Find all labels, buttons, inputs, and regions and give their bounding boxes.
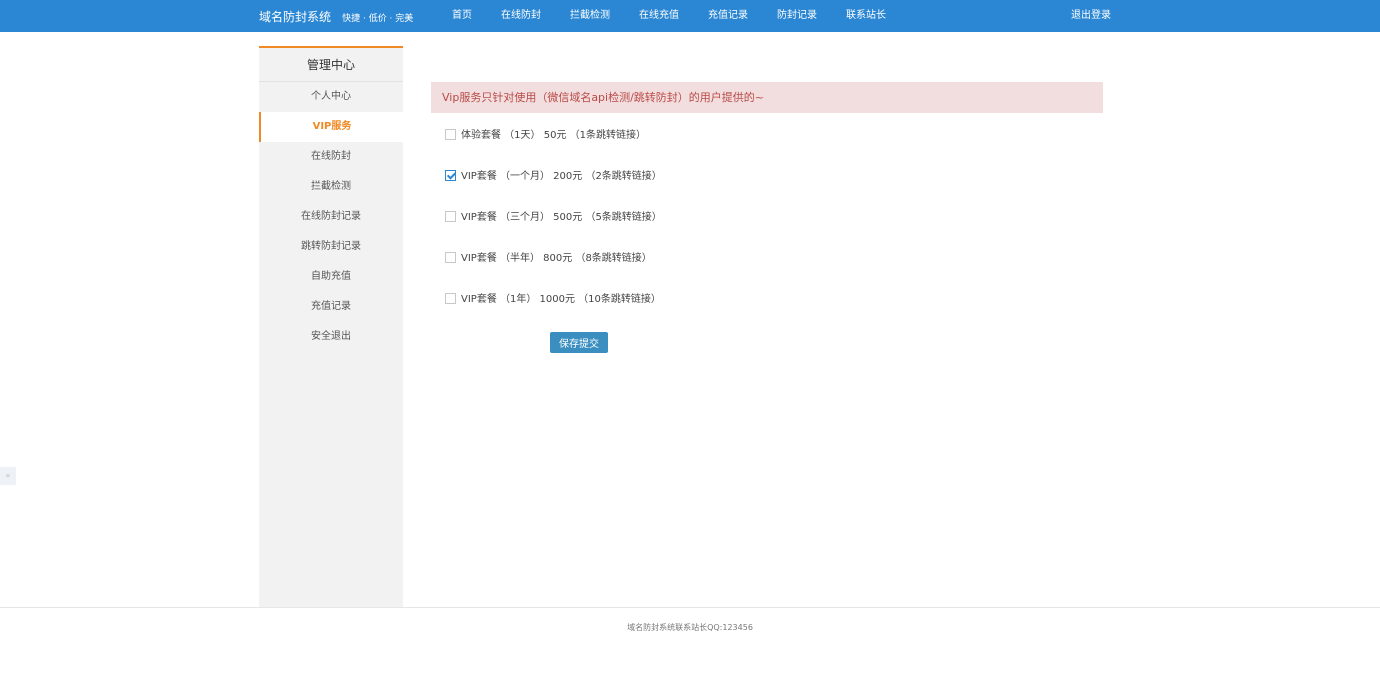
nav-intercept-check[interactable]: 拦截检测 — [570, 0, 610, 32]
footer-contact: 域名防封系统联系站长QQ:123456 — [627, 623, 753, 632]
sidebar-item-personal-center[interactable]: 个人中心 — [259, 82, 403, 112]
sidebar-heading: 管理中心 — [259, 48, 403, 82]
plan-checkbox[interactable] — [445, 211, 456, 222]
sidebar-item-online-protect[interactable]: 在线防封 — [259, 142, 403, 172]
sidebar-item-recharge-records[interactable]: 充值记录 — [259, 292, 403, 322]
brand-slogan: 快捷 · 低价 · 完美 — [342, 14, 414, 24]
nav-contact-admin[interactable]: 联系站长 — [846, 0, 886, 32]
plan-label: VIP套餐 （一个月） 200元 （2条跳转链接） — [461, 171, 662, 182]
plan-option-one-month[interactable]: VIP套餐 （一个月） 200元 （2条跳转链接） — [445, 170, 662, 184]
brand-title: 域名防封系统 — [259, 10, 332, 24]
plan-checkbox[interactable] — [445, 293, 456, 304]
brand[interactable]: 域名防封系统 快捷 · 低价 · 完美 — [259, 0, 413, 32]
nav-protect-records[interactable]: 防封记录 — [777, 0, 817, 32]
sidebar-item-intercept-check[interactable]: 拦截检测 — [259, 172, 403, 202]
nav-online-recharge[interactable]: 在线充值 — [639, 0, 679, 32]
logout-link[interactable]: 退出登录 — [1071, 0, 1111, 32]
plan-option-one-year[interactable]: VIP套餐 （1年） 1000元 （10条跳转链接） — [445, 293, 661, 307]
top-navbar: 域名防封系统 快捷 · 低价 · 完美 首页 在线防封 拦截检测 在线充值 充值… — [0, 0, 1380, 32]
plan-label: VIP套餐 （1年） 1000元 （10条跳转链接） — [461, 294, 661, 305]
plan-checkbox[interactable] — [445, 129, 456, 140]
nav-online-protect[interactable]: 在线防封 — [501, 0, 541, 32]
plan-option-three-months[interactable]: VIP套餐 （三个月） 500元 （5条跳转链接） — [445, 211, 662, 225]
sidebar-item-vip-service[interactable]: VIP服务 — [259, 112, 403, 142]
plan-checkbox[interactable] — [445, 252, 456, 263]
nav-home[interactable]: 首页 — [452, 0, 472, 32]
vip-notice: Vip服务只针对使用（微信域名api检测/跳转防封）的用户提供的~ — [431, 82, 1103, 113]
sidebar-item-self-recharge[interactable]: 自助充值 — [259, 262, 403, 292]
plan-label: 体验套餐 （1天） 50元 （1条跳转链接） — [461, 130, 646, 141]
plan-checkbox[interactable] — [445, 170, 456, 181]
footer: 域名防封系统联系站长QQ:123456 — [0, 607, 1380, 673]
save-submit-button[interactable]: 保存提交 — [550, 332, 608, 353]
sidebar: 管理中心 个人中心 VIP服务 在线防封 拦截检测 在线防封记录 跳转防封记录 … — [259, 46, 403, 607]
plan-option-half-year[interactable]: VIP套餐 （半年） 800元 （8条跳转链接） — [445, 252, 652, 266]
sidebar-item-redirect-protect-records[interactable]: 跳转防封记录 — [259, 232, 403, 262]
plan-label: VIP套餐 （半年） 800元 （8条跳转链接） — [461, 253, 652, 264]
sidebar-item-online-protect-records[interactable]: 在线防封记录 — [259, 202, 403, 232]
nav-recharge-records[interactable]: 充值记录 — [708, 0, 748, 32]
plan-label: VIP套餐 （三个月） 500元 （5条跳转链接） — [461, 212, 662, 223]
sidebar-item-safe-logout[interactable]: 安全退出 — [259, 322, 403, 352]
plan-option-trial[interactable]: 体验套餐 （1天） 50元 （1条跳转链接） — [445, 129, 646, 143]
chevron-icon[interactable]: « — [0, 467, 16, 485]
